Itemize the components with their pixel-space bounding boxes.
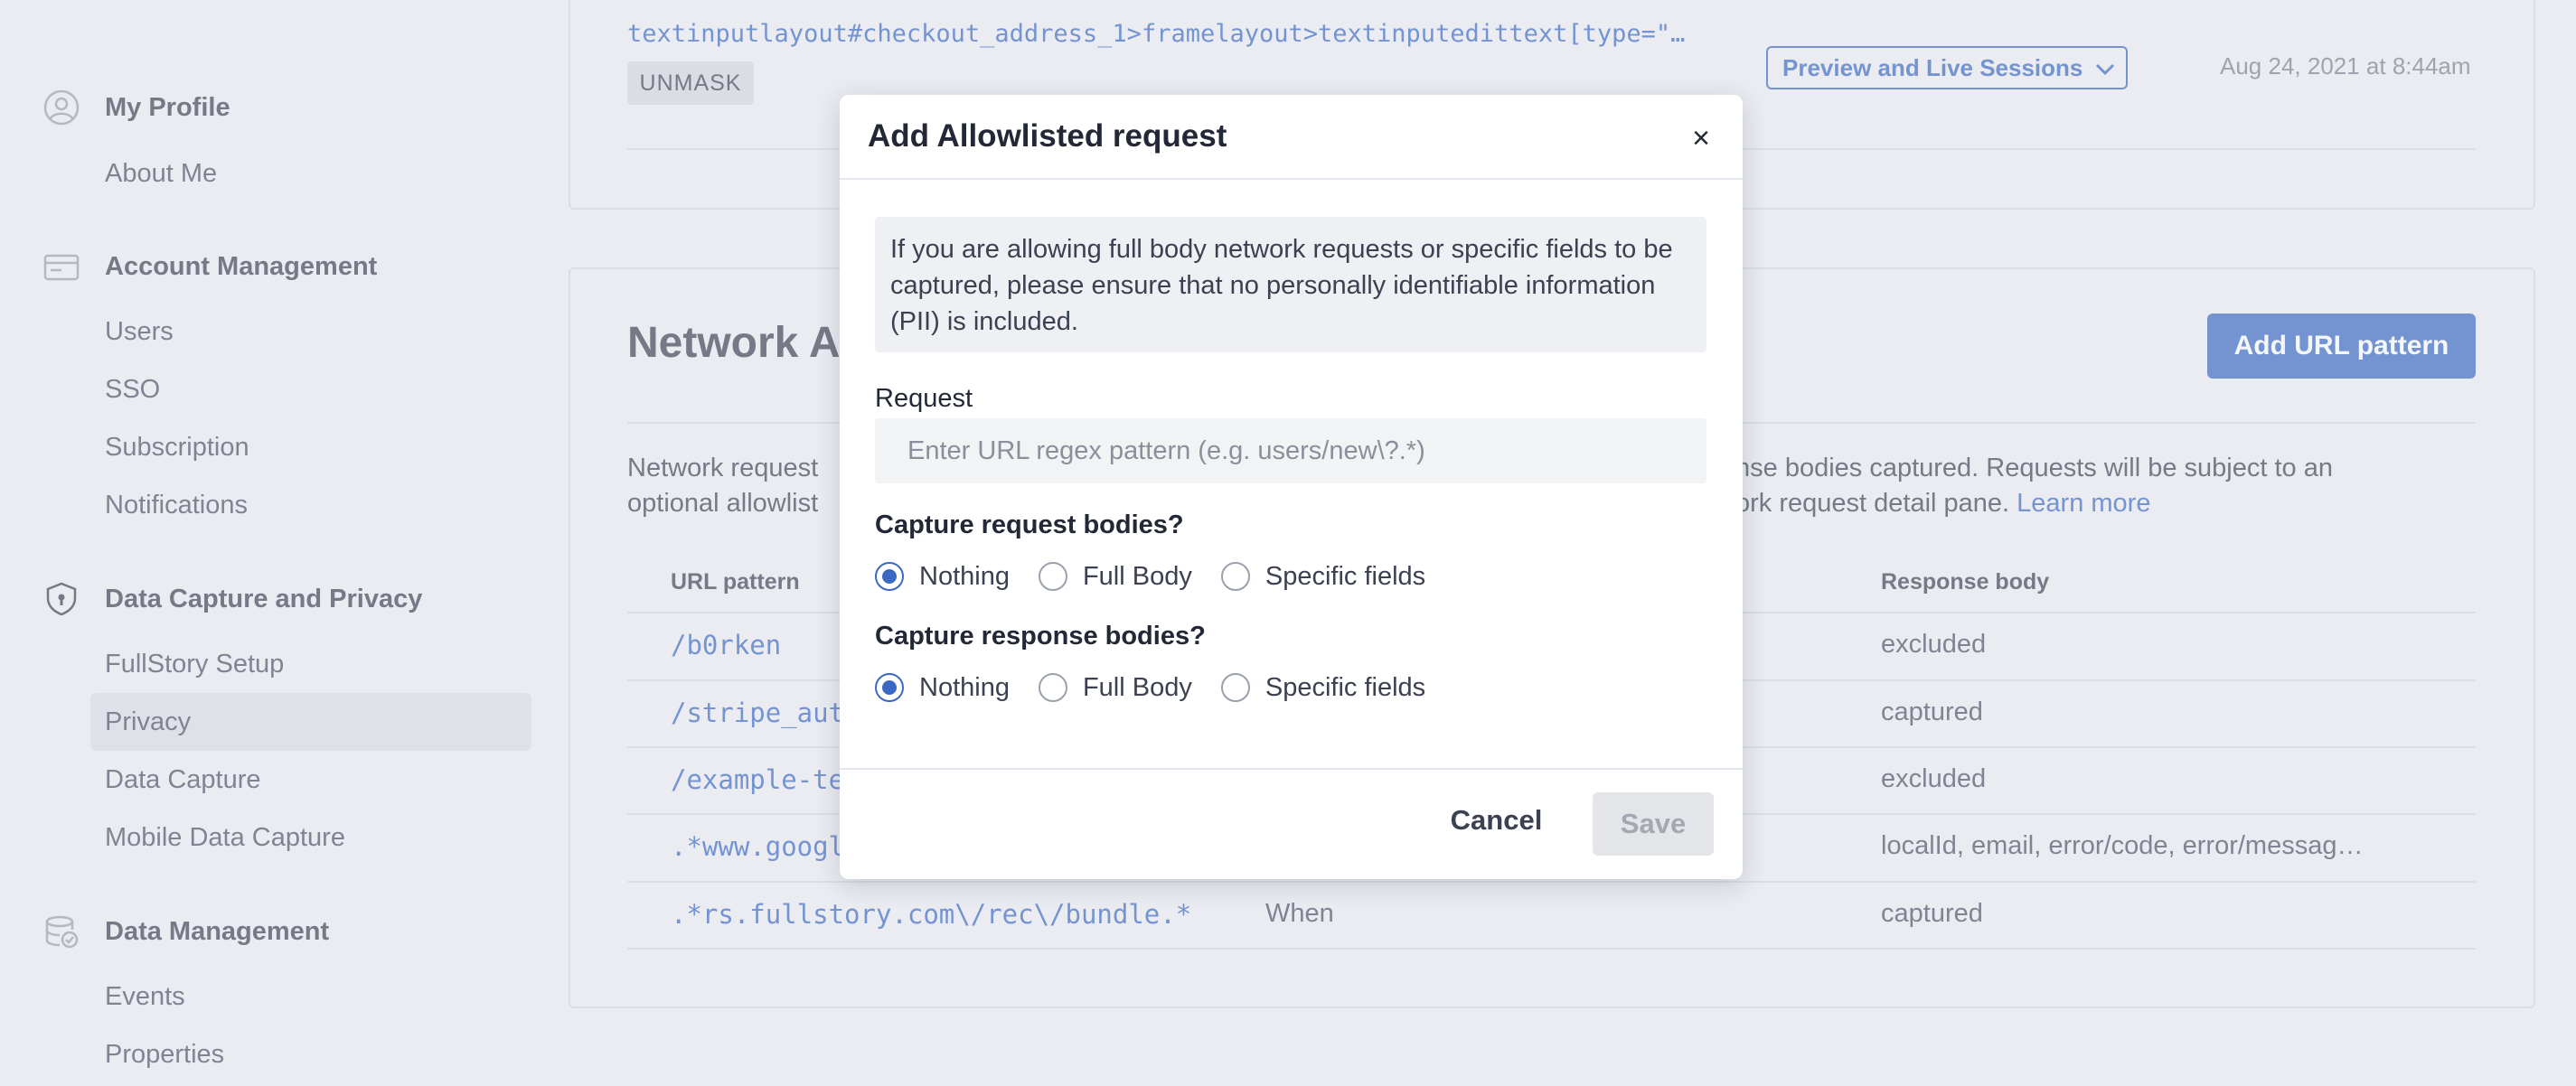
pii-warning: If you are allowing full body network re… [875,217,1706,352]
radio-unchecked-icon [1220,562,1250,591]
capture-request-bodies-label: Capture request bodies? [875,510,1184,539]
add-allowlisted-request-dialog: Add Allowlisted request × If you are all… [840,95,1743,879]
request-bodies-nothing-radio[interactable]: Nothing [875,562,1010,592]
radio-label: Nothing [919,672,1010,702]
request-url-pattern-input[interactable] [875,418,1706,483]
radio-label: Nothing [919,561,1010,591]
radio-checked-icon [875,673,904,702]
response-bodies-full-body-radio[interactable]: Full Body [1038,672,1192,703]
response-bodies-radio-group: Nothing Full Body Specific fields [875,669,1454,706]
close-icon[interactable]: × [1686,118,1716,158]
radio-unchecked-icon [1038,562,1067,591]
cancel-button[interactable]: Cancel [1435,789,1557,852]
response-bodies-specific-fields-radio[interactable]: Specific fields [1220,672,1426,703]
response-bodies-nothing-radio[interactable]: Nothing [875,673,1010,703]
request-bodies-radio-group: Nothing Full Body Specific fields [875,558,1454,594]
dialog-title: Add Allowlisted request [868,118,1227,154]
radio-unchecked-icon [1220,673,1250,702]
capture-response-bodies-label: Capture response bodies? [875,622,1206,651]
radio-unchecked-icon [1038,673,1067,702]
radio-checked-icon [875,562,904,591]
request-bodies-full-body-radio[interactable]: Full Body [1038,561,1192,592]
divider [840,178,1743,180]
request-bodies-specific-fields-radio[interactable]: Specific fields [1220,561,1426,592]
radio-label: Full Body [1082,561,1192,591]
radio-label: Full Body [1082,672,1192,702]
divider [840,768,1743,770]
request-label: Request [875,384,973,413]
radio-label: Specific fields [1264,672,1426,702]
radio-label: Specific fields [1264,561,1426,591]
save-button[interactable]: Save [1593,792,1714,856]
